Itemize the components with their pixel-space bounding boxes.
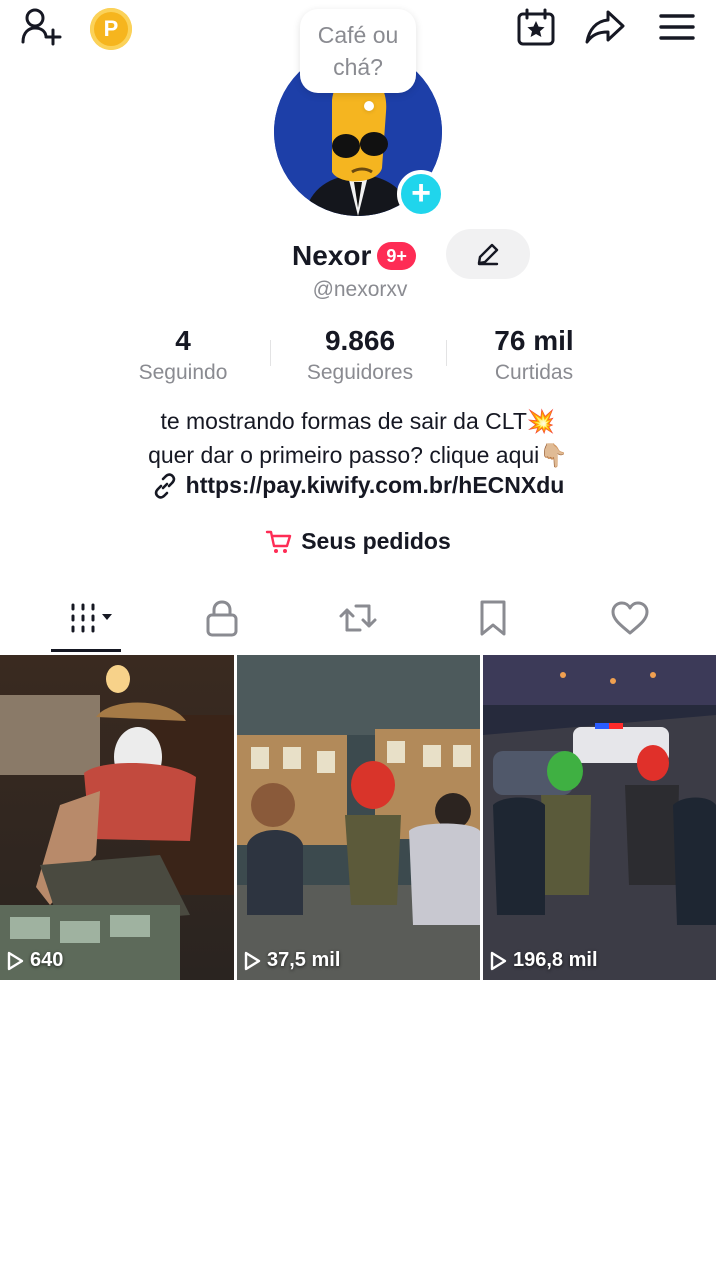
plus-icon: +	[411, 174, 431, 212]
orders-label: Seus pedidos	[301, 528, 451, 554]
bio-line-2: quer dar o primeiro passo? clique aqui👇🏼	[148, 442, 568, 468]
bio: te mostrando formas de sair da CLT💥 quer…	[0, 404, 716, 472]
video-thumbnail-image	[237, 655, 480, 980]
note-bubble[interactable]: Café ou chá?	[300, 9, 416, 111]
profile-tabs	[0, 588, 716, 652]
name-row: Nexor 9+	[292, 236, 416, 276]
lock-icon	[206, 600, 238, 637]
video-thumbnail-image	[0, 655, 234, 980]
followers-label: Seguidores	[306, 361, 414, 384]
notification-badge[interactable]: 9+	[377, 242, 416, 270]
add-story-button[interactable]: +	[397, 170, 445, 218]
tab-private[interactable]	[172, 588, 272, 648]
likes-label: Curtidas	[494, 361, 574, 384]
bio-link-text: https://pay.kiwify.com.br/hECNXdu	[185, 472, 565, 498]
play-icon	[7, 951, 24, 970]
following-label: Seguindo	[138, 361, 228, 384]
stat-likes[interactable]: 76 mil Curtidas	[444, 324, 624, 388]
following-count: 4	[175, 325, 191, 356]
tab-reposts[interactable]	[308, 588, 408, 648]
view-count: 196,8 mil	[489, 949, 598, 972]
repost-icon	[339, 604, 377, 632]
likes-count: 76 mil	[494, 325, 574, 356]
bookmark-icon	[480, 600, 506, 636]
stat-followers[interactable]: 9.866 Seguidores	[270, 324, 450, 388]
view-count: 37,5 mil	[243, 949, 340, 972]
menu-button[interactable]	[654, 6, 700, 48]
grid-icon	[71, 603, 112, 633]
orders-button[interactable]: Seus pedidos	[0, 528, 716, 555]
person-add-icon	[21, 8, 62, 46]
hamburger-menu-icon	[659, 14, 695, 40]
tab-liked[interactable]	[580, 588, 680, 648]
bio-link[interactable]: https://pay.kiwify.com.br/hECNXdu	[0, 472, 716, 499]
note-bubble-tail	[364, 101, 374, 111]
video-thumbnail-image	[483, 655, 716, 980]
stat-following[interactable]: 4 Seguindo	[93, 324, 273, 388]
heart-icon	[611, 601, 649, 635]
tab-videos[interactable]	[43, 588, 143, 648]
view-count-text: 196,8 mil	[513, 949, 598, 971]
view-count: 640	[6, 949, 63, 972]
video-thumbnail[interactable]: 37,5 mil	[237, 655, 480, 980]
video-thumbnail[interactable]: 196,8 mil	[483, 655, 716, 980]
calendar-button[interactable]	[513, 6, 559, 48]
play-icon	[490, 951, 507, 970]
share-arrow-icon	[585, 10, 625, 44]
view-count-text: 37,5 mil	[267, 949, 341, 971]
tab-saved[interactable]	[443, 588, 543, 648]
note-text: Café ou chá?	[317, 22, 399, 80]
calendar-star-icon	[517, 8, 555, 46]
username: @nexorxv	[0, 278, 716, 302]
edit-profile-button[interactable]	[446, 229, 530, 279]
link-icon	[154, 472, 175, 499]
points-badge-button[interactable]: P	[90, 8, 132, 50]
play-icon	[244, 951, 261, 970]
video-thumbnail[interactable]: 640	[0, 655, 234, 980]
view-count-text: 640	[30, 949, 64, 971]
pencil-icon	[477, 243, 499, 266]
followers-count: 9.866	[324, 325, 396, 356]
tab-indicator	[51, 649, 121, 652]
username-text: @nexorxv	[312, 278, 408, 301]
share-button[interactable]	[582, 6, 628, 48]
shopping-cart-icon	[266, 530, 292, 553]
add-friend-button[interactable]	[18, 6, 64, 46]
bio-line-1: te mostrando formas de sair da CLT💥	[160, 408, 556, 434]
points-badge-label: P	[103, 16, 119, 41]
display-name: Nexor	[292, 240, 372, 271]
